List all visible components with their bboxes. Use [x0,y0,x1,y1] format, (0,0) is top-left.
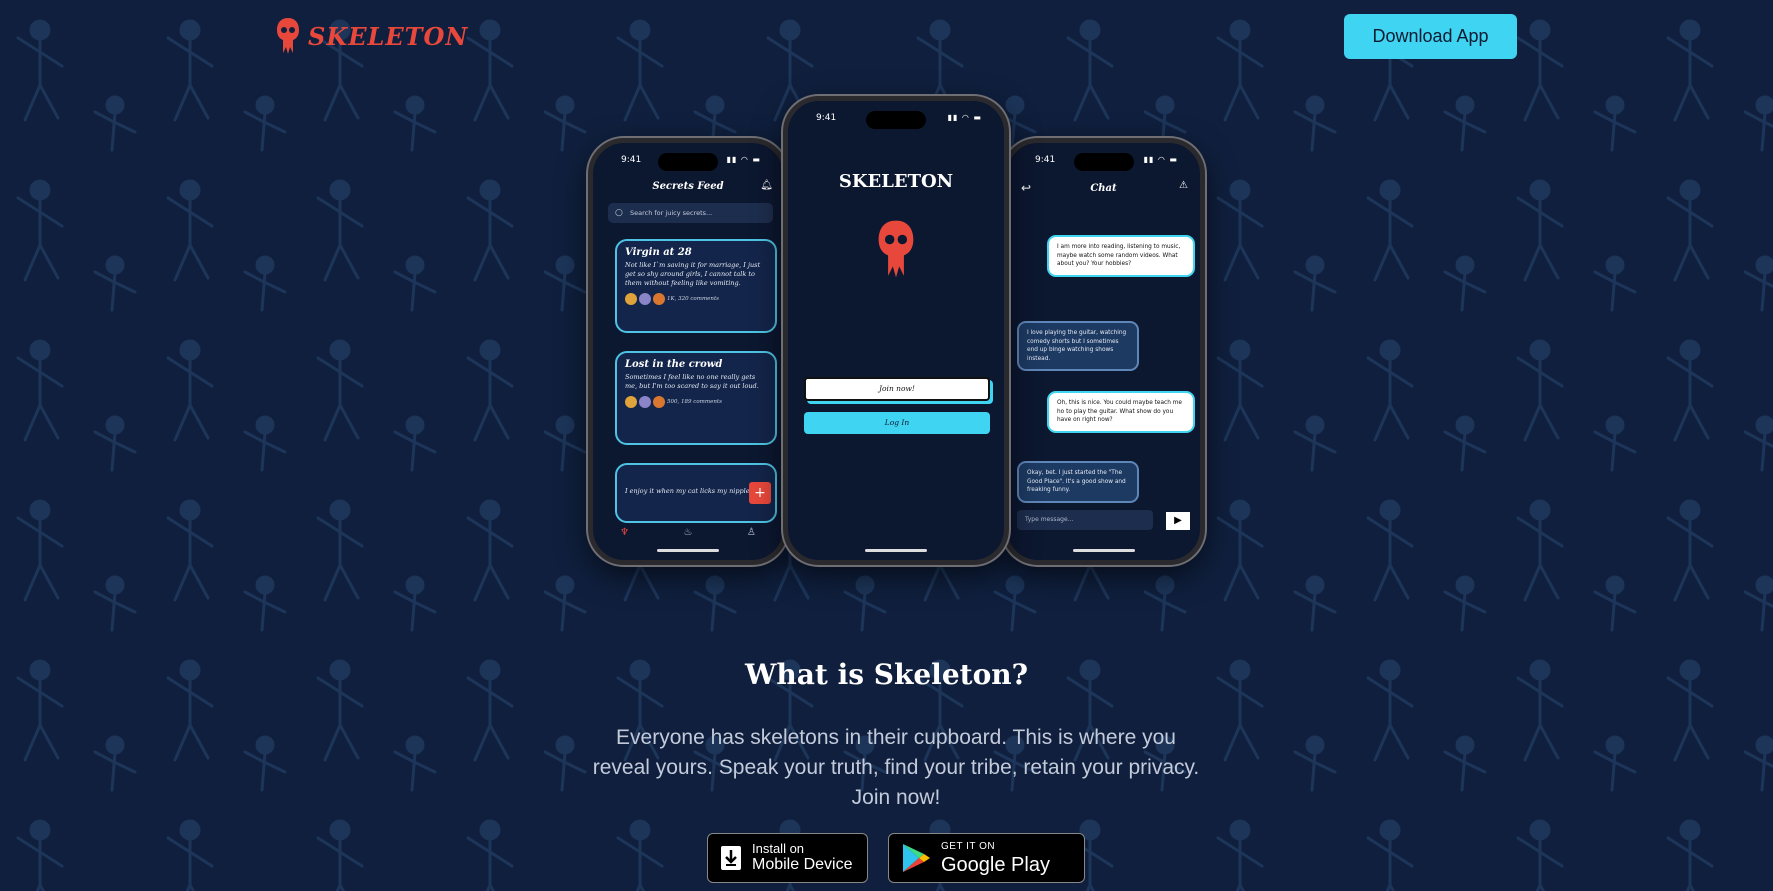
google-play-button[interactable]: GET IT ON Google Play [888,833,1085,883]
about-description: Everyone has skeletons in their cupboard… [592,726,1200,809]
tab-fire-icon[interactable]: ♨ [684,527,693,538]
chat-message-received: Okay, bet. I just started the "The Good … [1017,461,1139,503]
home-indicator [657,549,719,552]
google-play-icon [901,842,931,874]
home-indicator [1072,549,1135,552]
emoji-reaction-icon [639,396,651,408]
status-time: 9:41 [621,155,642,165]
tab-bar: ♆ ♨ ♙ [593,527,783,538]
card-body: I enjoy it when my cat licks my nipples [625,487,753,495]
app-logo-text: SKELETON [838,171,954,192]
join-now-button[interactable]: Join now! [804,377,990,401]
emoji-reaction-icon [625,293,637,305]
google-play-line1: GET IT ON [941,841,996,852]
status-icons: ▮▮ ◠ ▬ [726,155,761,164]
site-header: SKELETON Download App [0,0,1773,72]
card-body: Not like I`m saving it for marriage, I j… [625,261,761,287]
about-title: What is Skeleton? [744,658,1029,691]
chat-message-sent: Oh, this is nice. You could maybe teach … [1047,391,1195,433]
search-icon: ○ [615,208,623,218]
secret-card[interactable]: Lost in the crowd Sometimes I feel like … [615,351,777,445]
brand-name: SKELETON [308,21,469,51]
card-meta: 500, 189 comments [667,399,722,405]
home-indicator [865,549,927,552]
skull-icon [878,220,914,278]
warning-icon[interactable]: ⚠ [1179,180,1188,191]
status-icons: ▮▮ ◠ ▬ [947,113,982,122]
tab-home-icon[interactable]: ♆ [620,527,629,538]
emoji-reaction-icon [653,293,665,305]
add-secret-button[interactable]: + [749,482,771,504]
dynamic-island [1073,153,1134,171]
secret-card[interactable]: Virgin at 28 Not like I`m saving it for … [615,239,777,333]
emoji-reaction-icon [653,396,665,408]
feed-search-input[interactable]: ○ Search for juicy secrets... [608,203,773,223]
skull-logo-icon [277,18,299,54]
chat-title: Chat [1090,183,1117,194]
chat-message-sent: I am more into reading, listening to mus… [1047,235,1195,277]
dynamic-island [866,111,926,129]
send-icon[interactable]: ▶ [1166,512,1190,530]
brand-logo[interactable]: SKELETON [276,17,468,55]
bell-icon[interactable]: 🔔︎ [760,180,773,191]
search-placeholder: Search for juicy secrets... [630,209,713,217]
google-play-line2: Google Play [941,854,1050,876]
card-title: Lost in the crowd [625,359,723,370]
status-icons: ▮▮ ◠ ▬ [1143,155,1178,164]
emoji-reaction-icon [625,396,637,408]
log-in-button[interactable]: Log In [804,412,990,434]
install-line1: Install on [752,841,805,856]
card-title: Virgin at 28 [625,247,692,258]
download-app-button[interactable]: Download App [1344,14,1517,59]
chat-message-received: I love playing the guitar, watching come… [1017,321,1139,371]
phone-chat: 9:41 ▮▮ ◠ ▬ ↩ Chat ⚠ I am more into read… [1002,138,1205,565]
feed-title: Secrets Feed [652,181,724,192]
install-line2: Mobile Device [752,856,853,873]
tab-profile-icon[interactable]: ♙ [747,527,756,538]
install-mobile-button[interactable]: Install on Mobile Device [707,833,868,883]
dynamic-island [658,153,718,171]
phone-welcome: 9:41 ▮▮ ◠ ▬ SKELETON Join now! Log In [783,96,1009,565]
card-reactions: 1K, 320 comments [625,293,767,305]
message-input[interactable]: Type message... [1017,510,1153,530]
card-reactions: 500, 189 comments [625,396,767,408]
status-time: 9:41 [1035,155,1056,165]
card-meta: 1K, 320 comments [667,296,720,302]
phone-secrets-feed: 9:41 ▮▮ ◠ ▬ Secrets Feed 🔔︎ ○ Search for… [588,138,788,565]
emoji-reaction-icon [639,293,651,305]
status-time: 9:41 [816,113,837,123]
download-icon [720,845,742,871]
card-body: Sometimes I feel like no one really gets… [625,373,759,390]
